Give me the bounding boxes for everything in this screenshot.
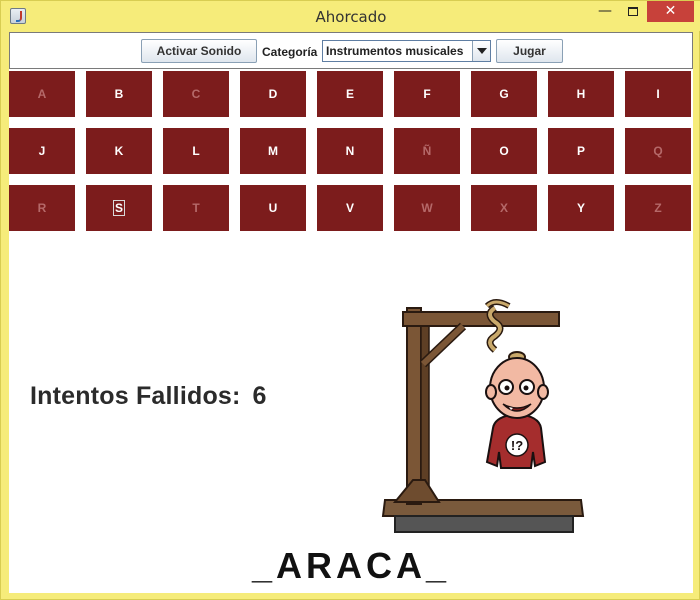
letter-key-h[interactable]: H [548, 71, 614, 117]
toolbar: Activar Sonido Categoría Instrumentos mu… [9, 32, 693, 69]
letter-key-label: J [38, 144, 46, 158]
letter-key-label: O [499, 144, 509, 158]
letter-key-label: R [37, 201, 47, 215]
category-select-value: Instrumentos musicales [326, 44, 464, 58]
letter-key-label: L [192, 144, 200, 158]
category-label: Categoría [262, 45, 318, 59]
hanged-man: !? [485, 357, 549, 469]
letter-key-label: Z [654, 201, 662, 215]
letter-key-label: G [499, 87, 509, 101]
game-panel: Activar Sonido Categoría Instrumentos mu… [9, 32, 693, 593]
failed-attempts: Intentos Fallidos: 6 [30, 382, 267, 411]
failed-attempts-count: 6 [252, 382, 267, 410]
letter-key-g[interactable]: G [471, 71, 537, 117]
letter-key-c[interactable]: C [163, 71, 229, 117]
letter-key-p[interactable]: P [548, 128, 614, 174]
app-window: Ahorcado — ✕ Activar Sonido Categoría In… [0, 0, 700, 600]
letter-key-j[interactable]: J [9, 128, 75, 174]
letter-key-e[interactable]: E [317, 71, 383, 117]
close-button[interactable]: ✕ [647, 1, 694, 22]
letter-key-label: N [345, 144, 355, 158]
letter-key-label: E [345, 87, 354, 101]
letter-keyboard: A B C D E F G H I J K L M N Ñ O P Q R S T U V W X Y Z [9, 69, 693, 232]
letter-key-label: I [656, 87, 660, 101]
letter-key-a[interactable]: A [9, 71, 75, 117]
letter-key-label: T [192, 201, 200, 215]
letter-key-r[interactable]: R [9, 185, 75, 231]
letter-key-label: B [114, 87, 124, 101]
letter-key-w[interactable]: W [394, 185, 460, 231]
hidden-word: _ARACA_ [251, 545, 451, 586]
hangman-gallows-illustration: !? [381, 299, 585, 533]
category-select[interactable]: Instrumentos musicales [322, 40, 491, 62]
letter-key-label: F [423, 87, 431, 101]
letter-key-label: P [576, 144, 585, 158]
letter-key-x[interactable]: X [471, 185, 537, 231]
letter-key-f[interactable]: F [394, 71, 460, 117]
letter-key-label: D [268, 87, 278, 101]
letter-key-label: W [421, 201, 433, 215]
letter-key-q[interactable]: Q [625, 128, 691, 174]
chevron-down-icon[interactable] [472, 41, 490, 61]
letter-key-m[interactable]: M [240, 128, 306, 174]
letter-key-l[interactable]: L [163, 128, 229, 174]
letter-key-u[interactable]: U [240, 185, 306, 231]
letter-key-label: U [268, 201, 278, 215]
play-button[interactable]: Jugar [496, 39, 563, 63]
letter-key-z[interactable]: Z [625, 185, 691, 231]
gallows-post [392, 307, 441, 505]
letter-key-t[interactable]: T [163, 185, 229, 231]
letter-key-label: H [576, 87, 586, 101]
letter-key-label: C [191, 87, 201, 101]
letter-key-k[interactable]: K [86, 128, 152, 174]
maximize-button[interactable] [619, 1, 647, 22]
letter-key-b[interactable]: B [86, 71, 152, 117]
letter-key-enye[interactable]: Ñ [394, 128, 460, 174]
letter-key-label: Y [576, 201, 585, 215]
letter-key-n[interactable]: N [317, 128, 383, 174]
letter-key-label: S [112, 200, 126, 216]
activate-sound-button[interactable]: Activar Sonido [141, 39, 257, 63]
letter-key-label: X [499, 201, 508, 215]
letter-key-v[interactable]: V [317, 185, 383, 231]
letter-key-label: Q [653, 144, 663, 158]
letter-key-label: M [268, 144, 278, 158]
letter-key-label: Ñ [422, 144, 432, 158]
letter-key-d[interactable]: D [240, 71, 306, 117]
letter-key-o[interactable]: O [471, 128, 537, 174]
title-bar: Ahorcado — ✕ [1, 1, 700, 31]
minimize-button[interactable]: — [591, 1, 619, 22]
letter-key-y[interactable]: Y [548, 185, 614, 231]
letter-key-s[interactable]: S [86, 185, 152, 231]
shirt-symbol: !? [511, 438, 523, 453]
letter-key-i[interactable]: I [625, 71, 691, 117]
letter-key-label: A [37, 87, 47, 101]
letter-key-label: V [345, 201, 354, 215]
letter-key-label: K [114, 144, 124, 158]
failed-attempts-label: Intentos Fallidos: [30, 382, 241, 410]
maximize-icon [628, 6, 638, 16]
